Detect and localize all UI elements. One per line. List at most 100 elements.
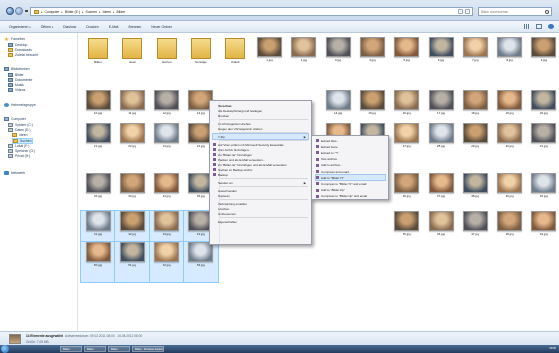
open-button[interactable]: Öffnen▾ bbox=[38, 24, 56, 30]
image-file-item[interactable]: 20.jpg bbox=[527, 90, 559, 121]
image-file-item[interactable]: 48.jpg bbox=[493, 211, 527, 242]
submenu-item[interactable]: Add to archive... bbox=[316, 163, 385, 168]
nav-drive-g[interactable]: Speicher (G:) bbox=[8, 149, 35, 153]
image-file-item[interactable]: 18.jpg bbox=[458, 90, 492, 121]
image-file-item[interactable]: 10.jpg bbox=[81, 90, 115, 121]
breadcrumb-ideen[interactable]: Ideen bbox=[103, 10, 112, 14]
nav-downloads[interactable]: Downloads bbox=[8, 48, 32, 52]
image-file-item[interactable]: 9.jpg bbox=[527, 37, 559, 68]
taskbar-button[interactable]: Bilder bbox=[84, 346, 106, 352]
image-file-item[interactable]: 49.jpg bbox=[527, 211, 559, 242]
image-file-item[interactable]: 52.jpg bbox=[148, 241, 185, 283]
folder-item[interactable]: Bilder bbox=[81, 37, 115, 68]
breadcrumb-computer[interactable]: Computer bbox=[45, 10, 60, 14]
image-file-item[interactable]: 43.jpg bbox=[148, 210, 185, 243]
breadcrumb-drive[interactable]: Bilder (E:) bbox=[65, 10, 80, 14]
image-file-item[interactable]: 2.jpg bbox=[287, 37, 321, 68]
folder-item[interactable]: Ideen bbox=[115, 37, 149, 68]
image-file-item[interactable]: 36.jpg bbox=[390, 173, 424, 204]
nav-pictures[interactable]: Bilder bbox=[8, 73, 24, 77]
start-button[interactable] bbox=[1, 345, 9, 353]
folder-item[interactable]: Sonstige bbox=[184, 37, 218, 68]
image-file-item[interactable]: 14.jpg bbox=[321, 90, 355, 121]
image-file-item[interactable]: 29.jpg bbox=[458, 123, 492, 154]
image-file-item[interactable]: 27.jpg bbox=[390, 123, 424, 154]
context-menu-item[interactable]: Kopieren bbox=[213, 193, 308, 198]
image-file-item[interactable]: 34.jpg bbox=[150, 173, 184, 204]
image-file-item[interactable]: 40.jpg bbox=[527, 173, 559, 204]
image-file-item[interactable]: 28.jpg bbox=[424, 123, 458, 154]
image-file-item[interactable]: 23.jpg bbox=[150, 123, 184, 154]
nav-recent[interactable]: Zuletzt besucht bbox=[8, 53, 38, 57]
nav-documents[interactable]: Dokumente bbox=[8, 78, 32, 82]
image-file-item[interactable]: 37.jpg bbox=[424, 173, 458, 204]
context-menu-item[interactable]: Drucken bbox=[213, 113, 308, 118]
nav-drive-e[interactable]: Daten (E:) bbox=[8, 128, 30, 132]
image-file-item[interactable]: 38.jpg bbox=[458, 173, 492, 204]
organize-button[interactable]: Organisieren▾ bbox=[6, 24, 34, 30]
taskbar-button[interactable]: Bilder bbox=[108, 346, 130, 352]
submenu-item[interactable]: Test archive bbox=[316, 157, 385, 162]
image-file-item[interactable]: 11.jpg bbox=[115, 90, 149, 121]
context-menu-item[interactable]: 7-Zip ▶ bbox=[212, 133, 309, 140]
nav-drive-f[interactable]: Lokal (F:) bbox=[8, 144, 29, 148]
burn-button[interactable]: Brennen bbox=[125, 24, 144, 30]
nav-desktop[interactable]: Desktop bbox=[8, 43, 27, 47]
search-input[interactable]: Bilder durchsuchen bbox=[478, 7, 552, 16]
preview-pane-icon[interactable] bbox=[536, 24, 542, 29]
breadcrumb-suchen[interactable]: Suchen bbox=[86, 10, 98, 14]
taskbar-button[interactable]: Bilder - Windows Explorer bbox=[132, 346, 164, 352]
nav-homegroup[interactable]: Heimnetzgruppe bbox=[4, 103, 36, 107]
image-file-item[interactable]: 16.jpg bbox=[390, 90, 424, 121]
dropdown-icon[interactable] bbox=[458, 9, 463, 14]
context-menu-item[interactable]: Backup bbox=[213, 172, 308, 177]
image-file-item[interactable]: 41.jpg bbox=[80, 210, 116, 243]
context-menu-item[interactable]: Umbenennen bbox=[213, 211, 308, 216]
nav-favorites[interactable]: Favoriten bbox=[4, 37, 25, 41]
submenu-item[interactable]: Compress and email... bbox=[316, 169, 385, 174]
slideshow-button[interactable]: Diashow bbox=[60, 24, 79, 30]
context-menu-item[interactable]: Eigenschaften bbox=[213, 219, 308, 224]
nav-drive-c[interactable]: System (C:) bbox=[8, 123, 33, 127]
image-file-item[interactable]: 15.jpg bbox=[355, 90, 389, 121]
nav-music[interactable]: Musik bbox=[8, 83, 24, 87]
image-file-item[interactable]: 3.jpg bbox=[321, 37, 355, 68]
image-file-item[interactable]: 33.jpg bbox=[115, 173, 149, 204]
submenu-item[interactable]: Extract to "*\" bbox=[316, 150, 385, 155]
context-menu-item[interactable]: Senden an ▶ bbox=[213, 180, 308, 185]
context-menu-item[interactable]: Gegen den Uhrzeigersinn drehen bbox=[213, 126, 308, 131]
nav-folder-ideen[interactable]: Ideen bbox=[12, 133, 28, 137]
image-file-item[interactable]: 50.jpg bbox=[80, 241, 116, 283]
print-button[interactable]: Drucken bbox=[83, 24, 102, 30]
image-file-item[interactable]: 1.jpg bbox=[253, 37, 287, 68]
image-file-item[interactable]: 47.jpg bbox=[458, 211, 492, 242]
refresh-icon[interactable] bbox=[465, 9, 470, 14]
new-folder-button[interactable]: Neuer Ordner bbox=[148, 24, 175, 30]
view-options-icon[interactable] bbox=[524, 24, 530, 29]
nav-libraries[interactable]: Bibliotheken bbox=[4, 67, 29, 71]
address-bar[interactable]: ▸ Computer ▸ Bilder (E:) ▸ Suchen ▸ Idee… bbox=[30, 7, 473, 16]
submenu-item[interactable]: Extract files... bbox=[316, 138, 385, 143]
image-file-item[interactable]: 21.jpg bbox=[81, 123, 115, 154]
nav-videos[interactable]: Videos bbox=[8, 88, 25, 92]
image-file-item[interactable]: 51.jpg bbox=[114, 241, 151, 283]
nav-network[interactable]: Netzwerk bbox=[4, 171, 25, 175]
submenu-item[interactable]: Add to "Bilder.zip" bbox=[316, 188, 385, 193]
image-file-item[interactable]: 32.jpg bbox=[81, 173, 115, 204]
image-file-item[interactable]: 46.jpg bbox=[424, 211, 458, 242]
submenu-item[interactable]: Compress to "Bilder.7z" and email bbox=[316, 181, 385, 186]
image-file-item[interactable]: 6.jpg bbox=[424, 37, 458, 68]
image-file-item[interactable]: 8.jpg bbox=[493, 37, 527, 68]
nav-drive-h[interactable]: Privat (H:) bbox=[8, 154, 30, 158]
submenu-item[interactable]: Compress to "Bilder.zip" and email bbox=[316, 194, 385, 199]
forward-button[interactable] bbox=[15, 7, 23, 15]
image-file-item[interactable]: 7.jpg bbox=[458, 37, 492, 68]
image-file-item[interactable]: 22.jpg bbox=[115, 123, 149, 154]
folder-item[interactable]: Suchen bbox=[150, 37, 184, 68]
folder-item[interactable]: Urlaub bbox=[218, 37, 252, 68]
image-file-item[interactable]: 17.jpg bbox=[424, 90, 458, 121]
submenu-item[interactable]: Add to "Bilder.7z" bbox=[315, 174, 386, 182]
image-file-item[interactable]: 42.jpg bbox=[114, 210, 151, 243]
image-file-item[interactable]: 53.jpg bbox=[182, 241, 219, 283]
nav-computer[interactable]: Computer bbox=[4, 117, 26, 121]
